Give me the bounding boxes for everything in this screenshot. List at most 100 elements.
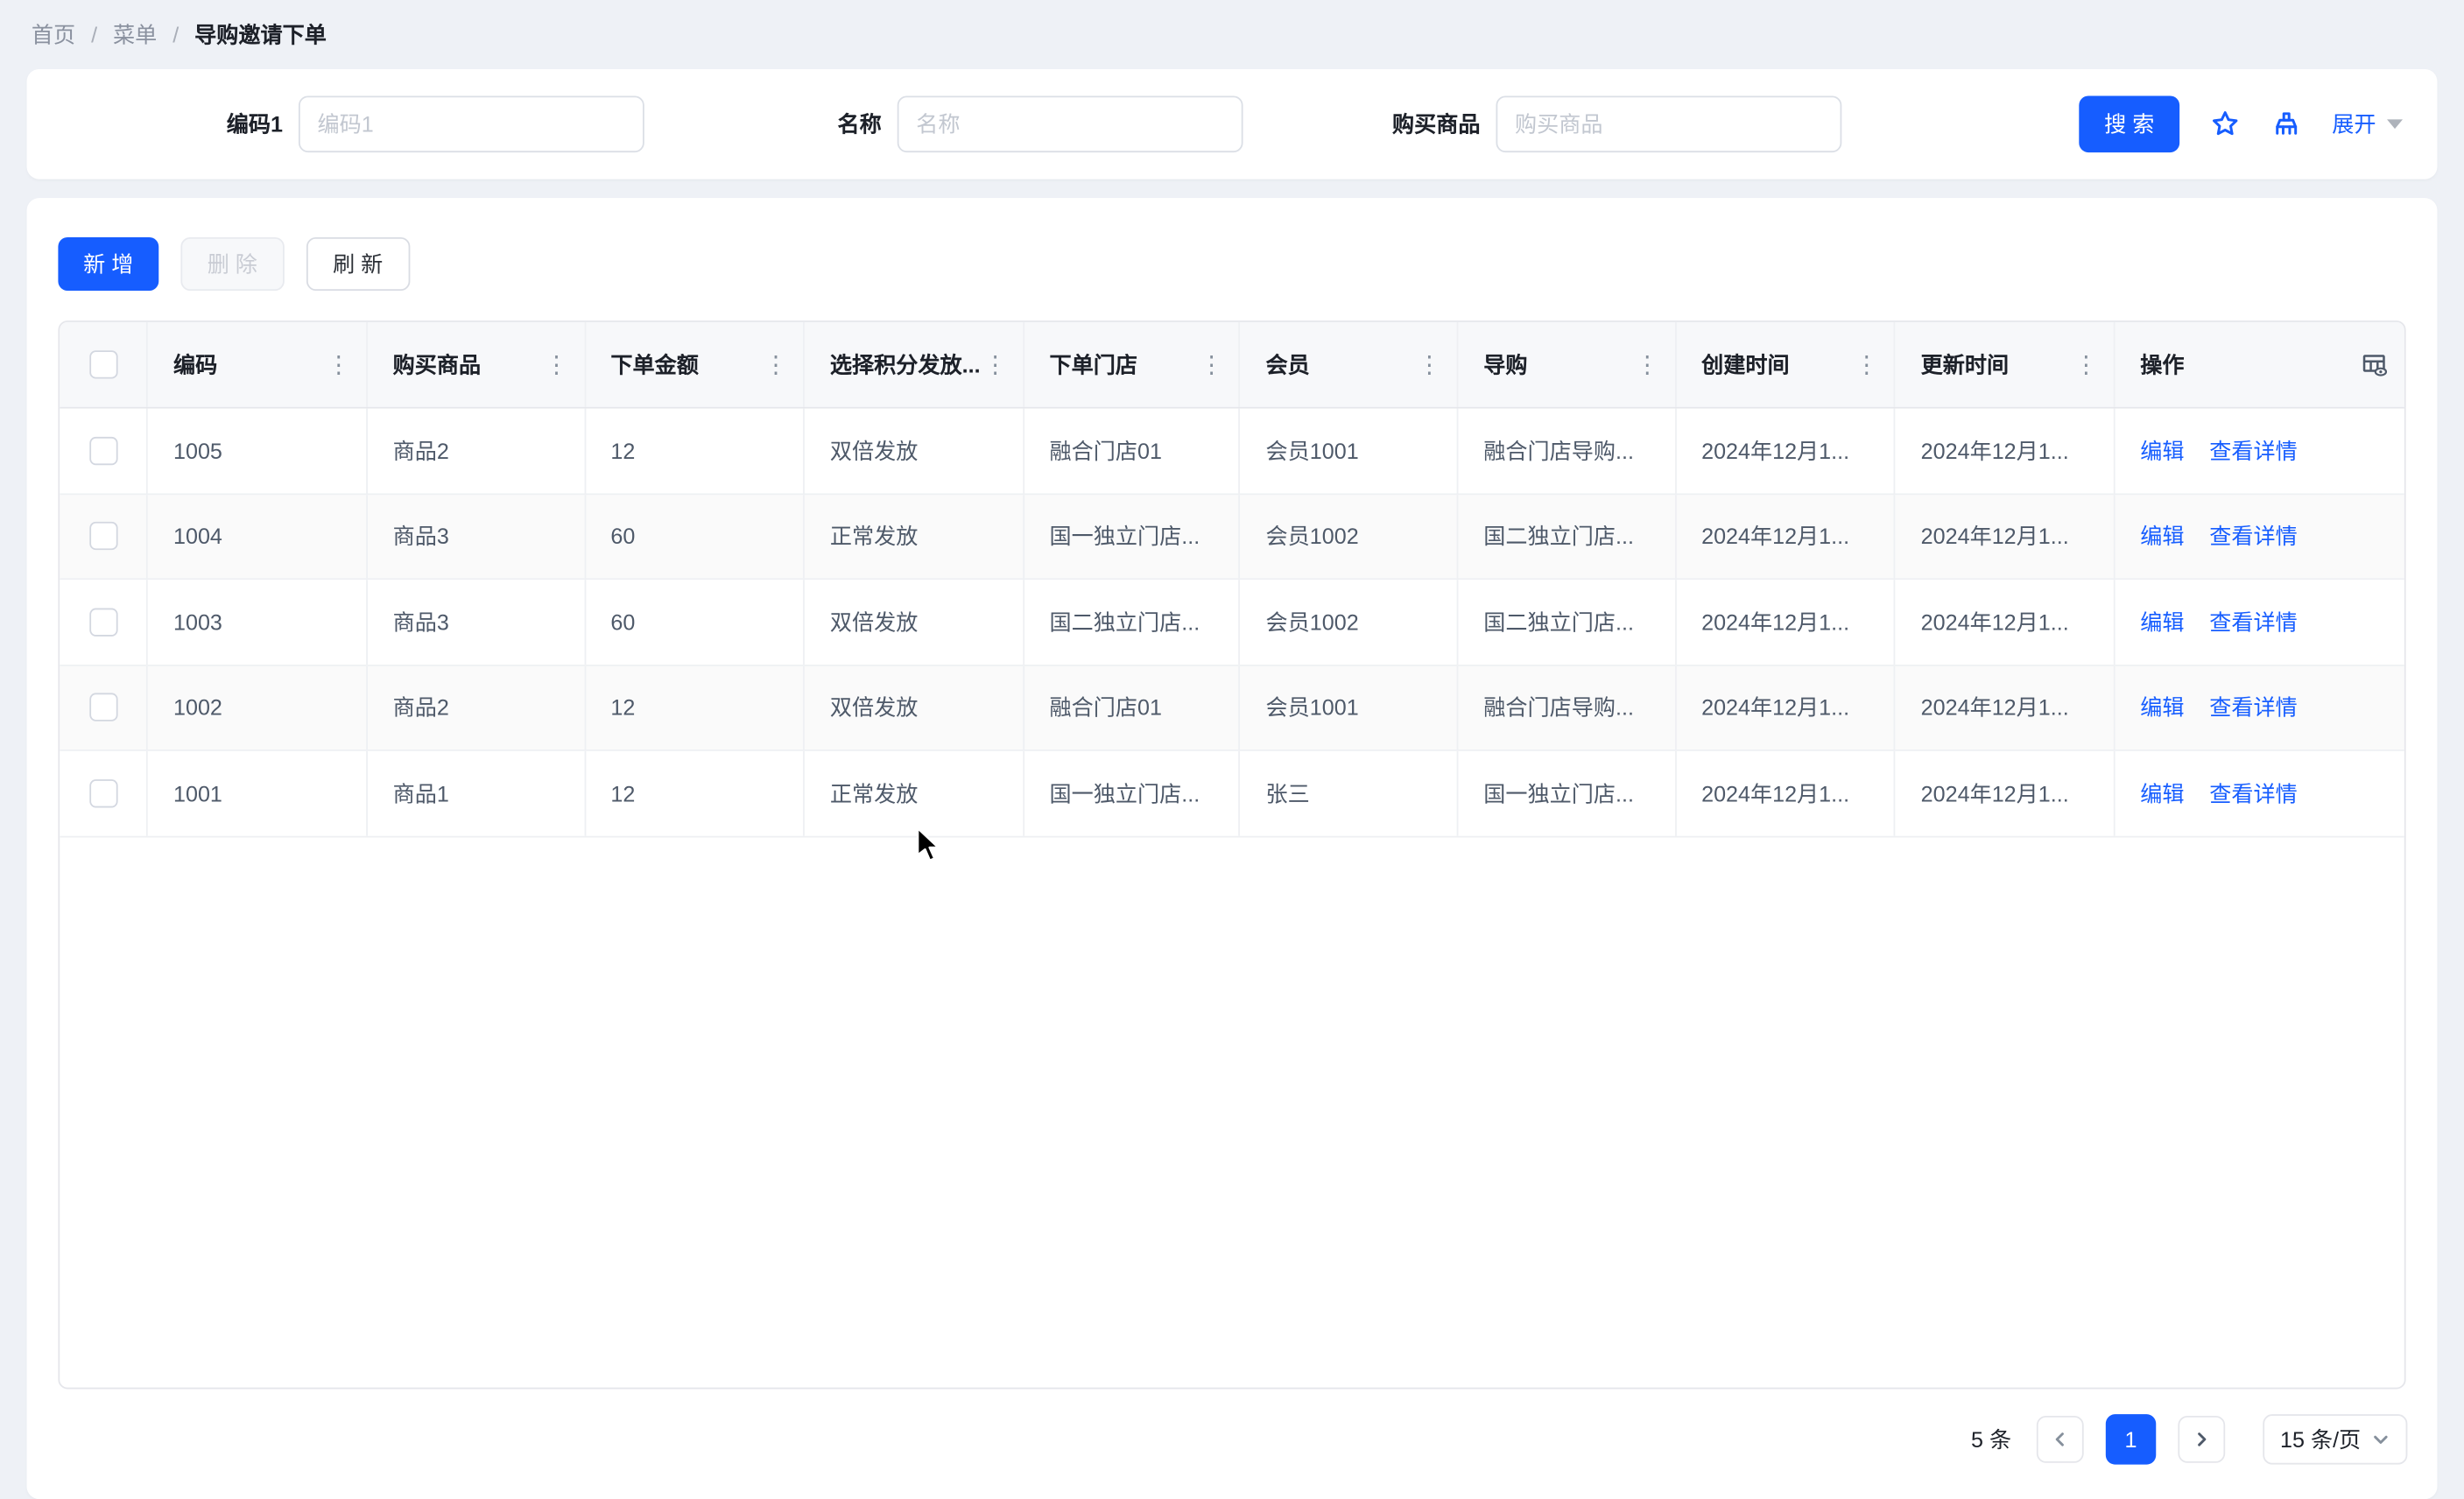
product-label: 购买商品 [1243, 109, 1496, 140]
total-count: 5 条 [1971, 1424, 2011, 1455]
table-row: 1002 商品2 12 双倍发放 融合门店01 会员1001 融合门店导购...… [60, 665, 2404, 751]
edit-link[interactable]: 编辑 [2140, 520, 2184, 552]
cell-product: 商品1 [368, 751, 586, 835]
row-checkbox[interactable] [89, 436, 117, 464]
cell-created: 2024年12月1... [1676, 409, 1896, 493]
cell-code: 1001 [148, 751, 368, 835]
cell-store: 国二独立门店... [1024, 580, 1241, 664]
table-row: 1005 商品2 12 双倍发放 融合门店01 会员1001 融合门店导购...… [60, 409, 2404, 495]
header-updated: 更新时间 ⋮ [1896, 322, 2116, 407]
expand-label: 展开 [2332, 109, 2376, 140]
product-input[interactable] [1496, 95, 1841, 152]
cell-amount: 12 [586, 665, 806, 750]
cell-actions: 编辑 查看详情 [2116, 751, 2404, 835]
column-menu-icon[interactable]: ⋮ [764, 353, 788, 377]
view-detail-link[interactable]: 查看详情 [2209, 435, 2298, 467]
header-product: 购买商品 ⋮ [368, 322, 586, 407]
cell-amount: 12 [586, 751, 806, 835]
cell-updated: 2024年12月1... [1896, 751, 2116, 835]
column-menu-icon[interactable]: ⋮ [983, 353, 1007, 377]
cell-guide: 国一独立门店... [1459, 751, 1677, 835]
edit-link[interactable]: 编辑 [2140, 692, 2184, 723]
column-menu-icon[interactable]: ⋮ [1855, 353, 1878, 377]
header-store: 下单门店 ⋮ [1024, 322, 1241, 407]
cell-store: 国一独立门店... [1024, 751, 1241, 835]
page-number-active[interactable]: 1 [2106, 1414, 2156, 1464]
refresh-button[interactable]: 刷 新 [306, 237, 410, 291]
row-checkbox-cell [60, 494, 148, 578]
edit-link[interactable]: 编辑 [2140, 606, 2184, 637]
cell-guide: 融合门店导购... [1459, 409, 1677, 493]
search-button[interactable]: 搜 索 [2079, 95, 2179, 152]
row-checkbox-cell [60, 409, 148, 493]
cell-code: 1005 [148, 409, 368, 493]
table-row: 1001 商品1 12 正常发放 国一独立门店... 张三 国一独立门店... … [60, 751, 2404, 837]
breadcrumb-current: 导购邀请下单 [194, 19, 327, 51]
page-size-select[interactable]: 15 条/页 [2263, 1414, 2407, 1464]
header-actions: 操作 [2116, 322, 2404, 407]
column-menu-icon[interactable]: ⋮ [327, 353, 350, 377]
view-detail-link[interactable]: 查看详情 [2209, 606, 2298, 637]
row-checkbox-cell [60, 665, 148, 750]
header-checkbox-cell [60, 322, 148, 407]
search-filter-card: 编码1 名称 购买商品 搜 索 [27, 69, 2438, 179]
cell-store: 融合门店01 [1024, 665, 1241, 750]
edit-link[interactable]: 编辑 [2140, 778, 2184, 809]
code-input[interactable] [299, 95, 644, 152]
cell-actions: 编辑 查看详情 [2116, 409, 2404, 493]
code-label: 编码1 [46, 109, 299, 140]
row-checkbox[interactable] [89, 608, 117, 636]
column-menu-icon[interactable]: ⋮ [1418, 353, 1441, 377]
cell-created: 2024年12月1... [1676, 580, 1896, 664]
cell-member: 会员1001 [1241, 665, 1459, 750]
cell-updated: 2024年12月1... [1896, 580, 2116, 664]
table-toolbar: 新 增 删 除 刷 新 [27, 198, 2438, 320]
content-card: 新 增 删 除 刷 新 编码 ⋮ 购买商品 ⋮ 下单金额 ⋮ [27, 198, 2438, 1499]
column-menu-icon[interactable]: ⋮ [1200, 353, 1223, 377]
breadcrumb-home[interactable]: 首页 [32, 19, 75, 51]
cell-actions: 编辑 查看详情 [2116, 580, 2404, 664]
column-settings-icon[interactable] [2362, 351, 2389, 378]
add-button[interactable]: 新 增 [58, 237, 158, 291]
cell-points: 正常发放 [805, 494, 1024, 578]
next-page-button[interactable] [2178, 1416, 2225, 1463]
view-detail-link[interactable]: 查看详情 [2209, 778, 2298, 809]
cell-product: 商品2 [368, 665, 586, 750]
pagination: 5 条 1 15 条/页 [1971, 1414, 2407, 1464]
header-code: 编码 ⋮ [148, 322, 368, 407]
cell-member: 会员1002 [1241, 580, 1459, 664]
cell-updated: 2024年12月1... [1896, 494, 2116, 578]
name-input[interactable] [898, 95, 1243, 152]
table-header-row: 编码 ⋮ 购买商品 ⋮ 下单金额 ⋮ 选择积分发放... ⋮ 下单门店 ⋮ [60, 322, 2404, 409]
expand-toggle[interactable]: 展开 [2332, 109, 2403, 140]
header-guide: 导购 ⋮ [1459, 322, 1677, 407]
cell-guide: 国二独立门店... [1459, 494, 1677, 578]
header-member: 会员 ⋮ [1241, 322, 1459, 407]
star-favorite-icon[interactable] [2209, 109, 2241, 140]
select-all-checkbox[interactable] [89, 350, 117, 378]
column-menu-icon[interactable]: ⋮ [545, 353, 568, 377]
column-menu-icon[interactable]: ⋮ [2074, 353, 2098, 377]
column-menu-icon[interactable]: ⋮ [1636, 353, 1659, 377]
page-size-value: 15 条/页 [2280, 1424, 2361, 1455]
edit-link[interactable]: 编辑 [2140, 435, 2184, 467]
clear-broom-icon[interactable] [2270, 109, 2302, 140]
view-detail-link[interactable]: 查看详情 [2209, 520, 2298, 552]
row-checkbox[interactable] [89, 779, 117, 807]
delete-button[interactable]: 删 除 [180, 237, 284, 291]
view-detail-link[interactable]: 查看详情 [2209, 692, 2298, 723]
cell-guide: 国二独立门店... [1459, 580, 1677, 664]
prev-page-button[interactable] [2037, 1416, 2084, 1463]
cell-updated: 2024年12月1... [1896, 665, 2116, 750]
header-points: 选择积分发放... ⋮ [805, 322, 1024, 407]
caret-down-icon [2387, 119, 2403, 129]
cell-member: 会员1001 [1241, 409, 1459, 493]
cell-member: 张三 [1241, 751, 1459, 835]
cell-store: 国一独立门店... [1024, 494, 1241, 578]
breadcrumb-menu[interactable]: 菜单 [113, 19, 157, 51]
cell-code: 1002 [148, 665, 368, 750]
row-checkbox[interactable] [89, 522, 117, 550]
cell-amount: 12 [586, 409, 806, 493]
name-label: 名称 [644, 109, 898, 140]
row-checkbox[interactable] [89, 693, 117, 721]
